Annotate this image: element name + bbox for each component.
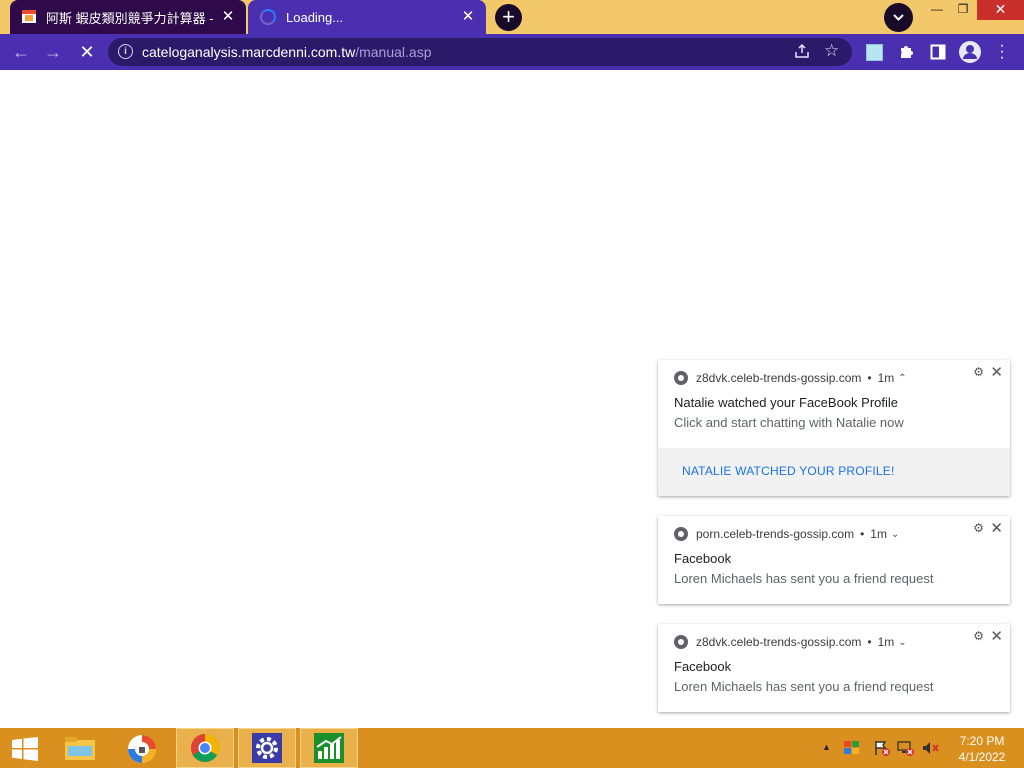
taskbar-clock[interactable]: 7:20 PM 4/1/2022 — [954, 733, 1010, 765]
profile-avatar-icon[interactable] — [959, 41, 981, 63]
notification-header: z8dvk.celeb-trends-gossip.com • 1m ⌄ — [674, 634, 907, 650]
bookmark-star-icon[interactable]: ☆ — [824, 41, 839, 61]
notification-title: Facebook — [674, 659, 732, 674]
tab-loading[interactable]: Loading... ✕ — [248, 0, 486, 34]
extensions-puzzle-icon[interactable] — [898, 44, 914, 60]
close-tab-icon[interactable]: ✕ — [460, 9, 476, 25]
finance-app-taskbar-button[interactable] — [300, 728, 358, 768]
more-menu-icon[interactable]: · · · — [996, 38, 1008, 66]
browser-toolbar: ← → ✕ i cateloganalysis.marcdenni.com.tw… — [0, 34, 1024, 70]
chevron-up-icon[interactable]: ⌃ — [898, 373, 906, 384]
windows-start-icon[interactable] — [12, 737, 38, 761]
new-tab-button[interactable]: + — [495, 4, 522, 31]
notification-card[interactable]: z8dvk.celeb-trends-gossip.com • 1m ⌄ ⚙ ✕… — [658, 624, 1010, 712]
notification-body: Loren Michaels has sent you a friend req… — [674, 571, 934, 586]
chevron-down-icon[interactable]: ⌄ — [898, 637, 906, 648]
chrome-icon — [191, 734, 219, 762]
tab-title: Loading... — [286, 9, 344, 25]
volume-muted-icon[interactable] — [922, 740, 940, 756]
notification-source: z8dvk.celeb-trends-gossip.com — [696, 635, 862, 649]
tab-title: 阿斯 蝦皮類別競爭力計算器 - Ch — [46, 10, 216, 26]
close-icon[interactable]: ✕ — [990, 627, 1003, 645]
notification-card[interactable]: porn.celeb-trends-gossip.com • 1m ⌄ ⚙ ✕ … — [658, 516, 1010, 604]
chevron-down-icon[interactable]: ⌄ — [891, 529, 899, 540]
shop-favicon-icon — [22, 10, 36, 23]
stop-loading-icon[interactable]: ✕ — [76, 41, 98, 63]
tab-active[interactable]: 阿斯 蝦皮類別競爭力計算器 - Ch ✕ — [10, 0, 246, 34]
settings-taskbar-button[interactable] — [238, 728, 296, 768]
extension-icon[interactable] — [866, 44, 883, 61]
url-host: cateloganalysis.marcdenni.com.tw — [142, 44, 356, 60]
forward-arrow-icon[interactable]: → — [42, 41, 64, 63]
notification-action-button[interactable]: NATALIE WATCHED YOUR PROFILE! — [658, 448, 1010, 496]
notification-age: 1m — [877, 635, 895, 649]
side-panel-icon[interactable] — [930, 44, 946, 60]
security-app-icon[interactable] — [126, 733, 158, 765]
network-icon[interactable] — [897, 740, 915, 756]
notification-title: Natalie watched your FaceBook Profile — [674, 395, 899, 410]
share-icon[interactable] — [794, 43, 810, 59]
file-explorer-icon[interactable] — [62, 732, 98, 764]
notification-card[interactable]: z8dvk.celeb-trends-gossip.com • 1m ⌃ ⚙ ✕… — [658, 360, 1010, 496]
url-text[interactable]: cateloganalysis.marcdenni.com.tw/manual.… — [142, 44, 432, 60]
chart-app-icon — [314, 733, 344, 763]
notification-title: Facebook — [674, 551, 732, 566]
clock-time: 7:20 PM — [959, 734, 1005, 748]
tab-strip: 阿斯 蝦皮類別競爭力計算器 - Ch ✕ Loading... ✕ + — ❐ … — [0, 0, 1024, 34]
notification-age: 1m — [877, 371, 895, 385]
notification-source: z8dvk.celeb-trends-gossip.com — [696, 371, 862, 385]
settings-gear-icon — [252, 733, 282, 763]
gear-icon[interactable]: ⚙ — [973, 521, 984, 535]
notification-header: porn.celeb-trends-gossip.com • 1m ⌄ — [674, 526, 899, 542]
back-arrow-icon[interactable]: ← — [10, 41, 32, 63]
loading-spinner-icon — [260, 9, 276, 25]
close-tab-icon[interactable]: ✕ — [220, 9, 236, 25]
site-info-icon[interactable]: i — [118, 44, 133, 59]
chrome-taskbar-button[interactable] — [176, 728, 234, 768]
chrome-icon — [674, 635, 688, 649]
clock-date: 4/1/2022 — [958, 750, 1006, 764]
tab-search-button[interactable] — [884, 3, 913, 32]
gear-icon[interactable]: ⚙ — [973, 365, 984, 379]
notification-body: Loren Michaels has sent you a friend req… — [674, 679, 934, 694]
notification-source: porn.celeb-trends-gossip.com — [696, 527, 855, 541]
gear-icon[interactable]: ⚙ — [973, 629, 984, 643]
notification-header: z8dvk.celeb-trends-gossip.com • 1m ⌃ — [674, 370, 907, 386]
url-path: /manual.asp — [355, 44, 432, 60]
chrome-icon — [674, 527, 688, 541]
close-icon[interactable]: ✕ — [990, 363, 1003, 381]
chrome-icon — [674, 371, 688, 385]
address-bar[interactable]: i cateloganalysis.marcdenni.com.tw/manua… — [108, 38, 852, 66]
flag-tray-icon[interactable] — [843, 740, 861, 756]
notification-action-label: NATALIE WATCHED YOUR PROFILE! — [682, 464, 895, 478]
minimize-button[interactable]: — — [924, 0, 950, 20]
notification-age: 1m — [870, 527, 887, 541]
chevron-down-icon — [893, 14, 904, 21]
show-hidden-icons-icon[interactable]: ▲ — [822, 742, 831, 752]
notification-body: Click and start chatting with Natalie no… — [674, 415, 904, 430]
restore-button[interactable]: ❐ — [950, 0, 976, 20]
action-center-flag-icon[interactable] — [873, 740, 891, 756]
close-icon[interactable]: ✕ — [990, 519, 1003, 537]
close-window-button[interactable]: ✕ — [977, 0, 1024, 20]
taskbar: ▲ — [0, 728, 1024, 768]
